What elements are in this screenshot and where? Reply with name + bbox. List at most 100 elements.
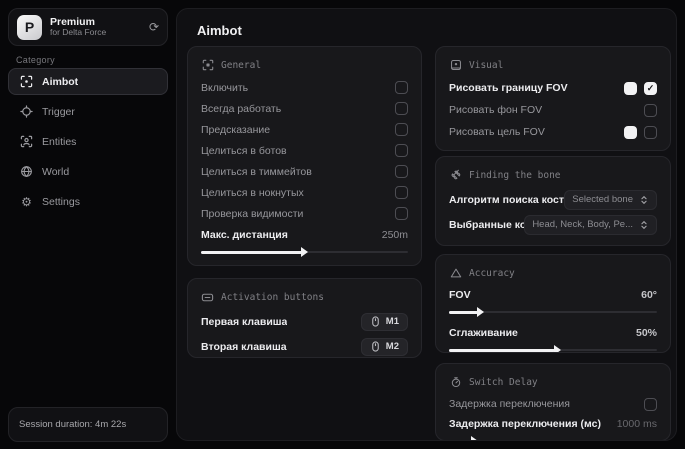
checkbox-prediction[interactable]: ✓ xyxy=(395,123,408,136)
bone-icon xyxy=(449,169,462,182)
option-label: Всегда работать xyxy=(201,102,282,115)
gear-icon: ⚙ xyxy=(21,194,32,209)
slider-thumb[interactable] xyxy=(554,345,562,352)
accuracy-card: Accuracy FOV 60° Сглаживание 50% xyxy=(435,254,671,353)
option-label: Макс. дистанция xyxy=(201,228,288,241)
activation-card: Activation buttons Первая клавиша M1 Вто… xyxy=(187,278,422,358)
checkbox-always-work[interactable]: ✓ xyxy=(395,102,408,115)
smoothing-slider[interactable] xyxy=(449,344,657,352)
option-label: Целиться в тиммейтов xyxy=(201,165,312,178)
globe-icon xyxy=(20,165,33,178)
option-label: Первая клавиша xyxy=(201,315,288,328)
keybind-icon xyxy=(201,291,214,304)
session-duration-card: Session duration: 4m 22s xyxy=(8,407,168,442)
option-label: Рисовать границу FOV xyxy=(449,82,568,94)
sidebar-item-label: Entities xyxy=(42,135,77,148)
refresh-icon[interactable]: ⟳ xyxy=(149,21,159,33)
fov-slider[interactable] xyxy=(449,306,657,319)
select-value: Head, Neck, Body, Pe... xyxy=(532,219,633,230)
sidebar-item-label: Settings xyxy=(42,195,80,208)
fov-value: 60° xyxy=(641,289,657,301)
option-label: Рисовать цель FOV xyxy=(449,126,545,138)
first-key-button[interactable]: M1 xyxy=(360,312,408,331)
category-label: Category xyxy=(16,55,55,65)
section-title-bone: Finding the bone xyxy=(469,169,561,181)
section-title-activation: Activation buttons xyxy=(221,291,324,303)
checkbox-switch-delay[interactable]: ✓ xyxy=(644,397,657,411)
main-panel: Aimbot General Включить ✓ Всегда работать… xyxy=(176,8,677,441)
slider-fill xyxy=(449,345,562,352)
sidebar-item-entities[interactable]: Entities xyxy=(8,128,168,155)
option-label: Алгоритм поиска кост xyxy=(449,193,565,206)
visual-icon xyxy=(449,59,462,72)
option-label: FOV xyxy=(449,289,471,301)
mouse-icon xyxy=(370,316,381,327)
option-label: Сглаживание xyxy=(449,327,518,339)
sidebar-item-label: Aimbot xyxy=(42,75,79,88)
general-scan-icon xyxy=(201,59,214,72)
slider-fill xyxy=(201,247,309,257)
app-logo: P xyxy=(17,14,42,40)
checkbox-draw-fov-target[interactable]: ✓ xyxy=(644,125,657,139)
entities-person-icon xyxy=(20,135,33,148)
sidebar-item-label: Trigger xyxy=(42,105,75,118)
mouse-icon xyxy=(370,341,381,352)
max-distance-slider[interactable] xyxy=(201,246,408,259)
option-label: Задержка переключения (мс) xyxy=(449,418,601,430)
select-value: Selected bone xyxy=(572,194,633,205)
bone-card: Finding the bone Алгоритм поиска кост Se… xyxy=(435,156,671,246)
unfold-icon xyxy=(639,195,649,205)
sidebar-item-aimbot[interactable]: Aimbot xyxy=(8,68,168,95)
slider-track xyxy=(449,440,657,441)
checkbox-aim-bots[interactable]: ✓ xyxy=(395,144,408,157)
brand-card: P Premium for Delta Force ⟳ xyxy=(8,8,168,46)
checkbox-enable[interactable]: ✓ xyxy=(395,81,408,94)
slider-thumb[interactable] xyxy=(477,307,485,317)
sidebar-item-world[interactable]: World xyxy=(8,158,168,185)
checkbox-draw-fov-background[interactable]: ✓ xyxy=(644,103,657,117)
sidebar: P Premium for Delta Force ⟳ Category Aim… xyxy=(0,0,176,449)
checkbox-visibility-check[interactable]: ✓ xyxy=(395,207,408,220)
option-label: Предсказание xyxy=(201,123,271,136)
bone-algorithm-select[interactable]: Selected bone xyxy=(564,189,657,210)
slider-fill xyxy=(449,436,478,440)
switch-delay-value: 1000 ms xyxy=(616,418,657,430)
second-key-button[interactable]: M2 xyxy=(360,337,408,356)
sidebar-item-label: World xyxy=(42,165,70,178)
option-label: Проверка видимости xyxy=(201,207,304,220)
brand-subtitle: for Delta Force xyxy=(50,27,107,38)
checkbox-aim-knocked[interactable]: ✓ xyxy=(395,186,408,199)
stopwatch-icon xyxy=(449,376,462,389)
slider-thumb[interactable] xyxy=(470,436,478,440)
triangle-icon xyxy=(449,267,462,280)
sidebar-nav: Aimbot Trigger Entities World ⚙ Settings xyxy=(8,68,168,215)
visual-card: Visual Рисовать границу FOV ✓ Рисовать ф… xyxy=(435,46,671,151)
max-distance-value: 250m xyxy=(381,228,408,241)
checkbox-draw-fov-border[interactable]: ✓ xyxy=(644,81,657,95)
checkbox-aim-teammates[interactable]: ✓ xyxy=(395,165,408,178)
fov-target-color-swatch[interactable] xyxy=(624,125,637,139)
section-title-general: General xyxy=(221,59,262,71)
switch-delay-card: Switch Delay Задержка переключения ✓ Зад… xyxy=(435,363,671,441)
keybind-value: M2 xyxy=(385,341,399,352)
page-title: Aimbot xyxy=(197,23,242,38)
selected-bones-select[interactable]: Head, Neck, Body, Pe... xyxy=(524,214,657,235)
slider-fill xyxy=(449,307,485,317)
option-label: Рисовать фон FOV xyxy=(449,104,543,116)
keybind-value: M1 xyxy=(385,316,399,327)
sidebar-item-settings[interactable]: ⚙ Settings xyxy=(8,188,168,215)
smoothing-value: 50% xyxy=(635,327,657,339)
section-title-switch-delay: Switch Delay xyxy=(469,376,538,388)
fov-border-color-swatch[interactable] xyxy=(624,81,637,95)
option-label: Выбранные кос xyxy=(449,218,525,231)
slider-thumb[interactable] xyxy=(301,247,309,257)
section-title-visual: Visual xyxy=(469,59,504,71)
switch-delay-slider[interactable] xyxy=(449,435,657,441)
sidebar-item-trigger[interactable]: Trigger xyxy=(8,98,168,125)
section-title-accuracy: Accuracy xyxy=(469,267,515,279)
option-label: Целиться в ботов xyxy=(201,144,287,157)
general-card: General Включить ✓ Всегда работать ✓ Предс… xyxy=(187,46,422,266)
session-duration-text: Session duration: 4m 22s xyxy=(19,419,127,430)
crosshair-scan-icon xyxy=(20,75,33,88)
trigger-target-icon xyxy=(20,105,33,118)
